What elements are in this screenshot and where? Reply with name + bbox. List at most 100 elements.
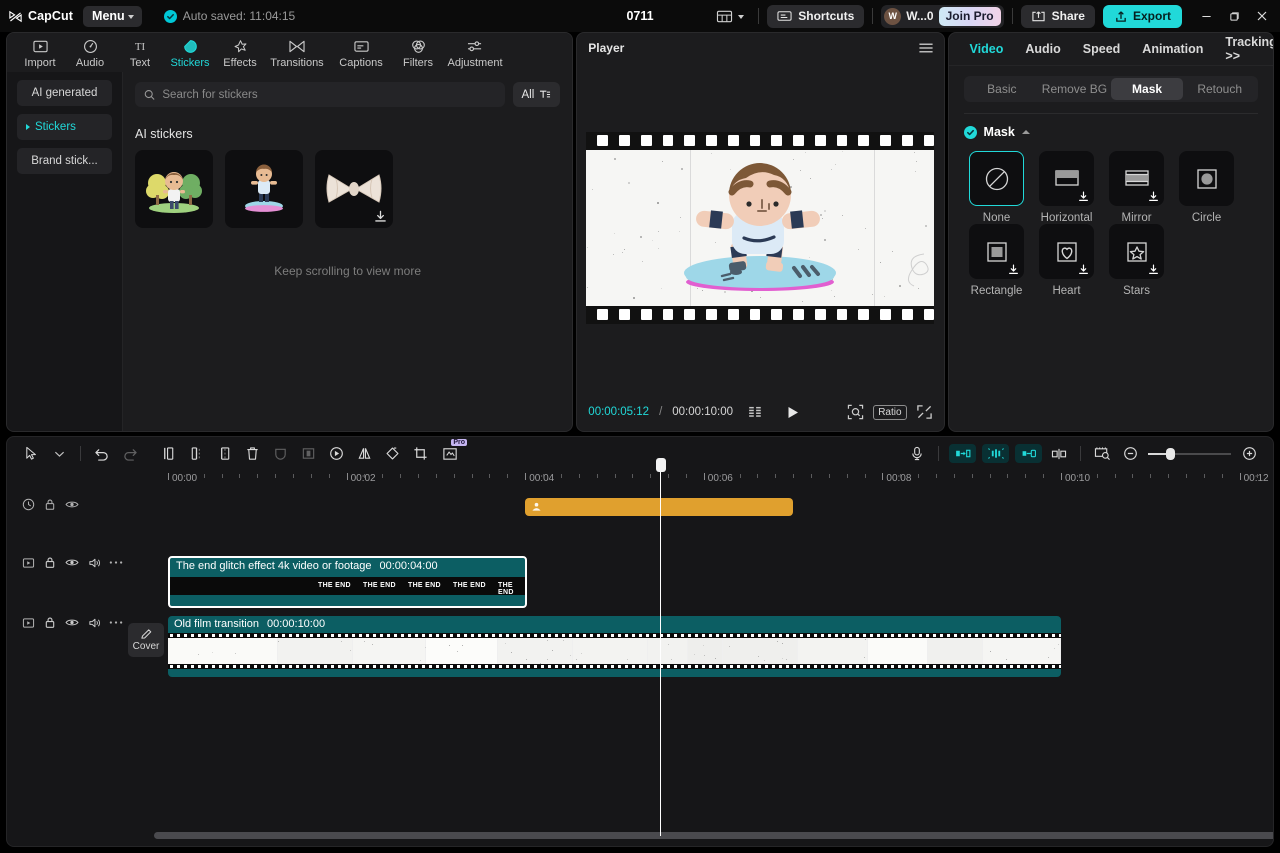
category-ai-generated[interactable]: AI generated xyxy=(17,80,112,106)
delete-button[interactable] xyxy=(238,441,266,467)
zoom-slider-handle[interactable] xyxy=(1166,448,1175,460)
tab-video[interactable]: Video xyxy=(959,33,1015,66)
tool-tab-effects[interactable]: Effects xyxy=(215,36,265,69)
download-icon[interactable] xyxy=(1078,264,1089,275)
extract-audio-button[interactable] xyxy=(949,444,976,463)
layout-switch-button[interactable] xyxy=(710,5,750,28)
ratio-button[interactable]: Ratio xyxy=(873,405,906,420)
account-chip[interactable]: W W...0 Join Pro xyxy=(881,5,1003,28)
mask-option-mirror[interactable]: Mirror xyxy=(1102,151,1172,224)
sticker-item-ribbon-bow[interactable] xyxy=(315,150,393,228)
segment-basic[interactable]: Basic xyxy=(966,78,1039,100)
mask-option-none[interactable]: None xyxy=(962,151,1032,224)
select-tool-button[interactable] xyxy=(17,441,45,467)
download-icon[interactable] xyxy=(1148,264,1159,275)
zoom-slider[interactable] xyxy=(1148,453,1231,455)
mirror-button[interactable] xyxy=(350,441,378,467)
trim-right-button[interactable] xyxy=(210,441,238,467)
search-input[interactable] xyxy=(162,89,495,101)
playhead-handle[interactable] xyxy=(656,458,666,472)
timeline-scrollbar-thumb[interactable] xyxy=(154,832,1274,839)
mask-option-horizontal[interactable]: Horizontal xyxy=(1032,151,1102,224)
more-icon[interactable] xyxy=(105,560,127,565)
playhead[interactable] xyxy=(660,470,661,836)
mask-option-rectangle[interactable]: Rectangle xyxy=(962,224,1032,297)
download-icon[interactable] xyxy=(1008,264,1019,275)
zoom-out-button[interactable] xyxy=(1116,441,1144,467)
auto-beat-button[interactable] xyxy=(982,444,1009,463)
close-button[interactable] xyxy=(1248,0,1276,32)
maximize-button[interactable] xyxy=(1220,0,1248,32)
video-icon[interactable] xyxy=(17,557,39,569)
mask-option-stars[interactable]: Stars xyxy=(1102,224,1172,297)
fit-to-window-button[interactable] xyxy=(1088,441,1116,467)
export-button[interactable]: Export xyxy=(1103,5,1182,28)
filter-button[interactable]: All xyxy=(513,82,561,107)
crop-button[interactable] xyxy=(406,441,434,467)
tool-tab-filters[interactable]: Filters xyxy=(393,36,443,69)
cover-button[interactable]: Cover xyxy=(128,623,164,657)
download-icon[interactable] xyxy=(1078,191,1089,202)
shortcuts-button[interactable]: Shortcuts xyxy=(767,5,864,28)
link-clip-button[interactable] xyxy=(1015,444,1042,463)
eye-icon[interactable] xyxy=(61,557,83,568)
share-button[interactable]: Share xyxy=(1021,5,1095,28)
snap-toggle-button[interactable] xyxy=(1045,441,1073,467)
timeline-clip-old-film[interactable]: Old film transition 00:00:10:00 xyxy=(168,616,1061,677)
join-pro-button[interactable]: Join Pro xyxy=(939,7,1001,26)
download-icon[interactable] xyxy=(374,210,387,223)
sticker-item-boy-jumping[interactable] xyxy=(225,150,303,228)
player-menu-icon[interactable] xyxy=(918,41,934,55)
mask-enabled-checkbox[interactable] xyxy=(964,126,977,139)
lock-icon[interactable] xyxy=(39,498,61,511)
tool-tab-audio[interactable]: Audio xyxy=(65,36,115,69)
search-box[interactable] xyxy=(135,82,505,107)
tab-speed[interactable]: Speed xyxy=(1072,33,1132,66)
split-button[interactable] xyxy=(154,441,182,467)
eye-icon[interactable] xyxy=(61,499,83,510)
auto-reframe-button[interactable]: Pro xyxy=(434,441,466,467)
timeline-ruler[interactable]: 00:0000:0200:0400:0600:0800:1000:12 xyxy=(127,470,1273,490)
tool-tab-adjustment[interactable]: Adjustment xyxy=(443,36,507,69)
zoom-fit-icon[interactable] xyxy=(847,404,864,420)
freeze-button[interactable] xyxy=(294,441,322,467)
minimize-button[interactable] xyxy=(1192,0,1220,32)
eye-icon[interactable] xyxy=(61,617,83,628)
menu-button[interactable]: Menu xyxy=(83,6,142,27)
mask-option-circle[interactable]: Circle xyxy=(1172,151,1242,224)
sticker-item-boy-in-park[interactable] xyxy=(135,150,213,228)
download-icon[interactable] xyxy=(1148,191,1159,202)
redo-button[interactable] xyxy=(116,441,144,467)
more-icon[interactable] xyxy=(105,620,127,625)
undo-button[interactable] xyxy=(88,441,116,467)
timeline-clip-sticker[interactable] xyxy=(525,498,793,516)
category-stickers[interactable]: Stickers xyxy=(17,114,112,140)
tool-tab-text[interactable]: TI Text xyxy=(115,36,165,69)
frame-step-icon[interactable] xyxy=(748,406,767,419)
segment-mask[interactable]: Mask xyxy=(1111,78,1184,100)
trim-left-button[interactable] xyxy=(182,441,210,467)
tool-tab-stickers[interactable]: Stickers xyxy=(165,36,215,69)
category-brand-stickers[interactable]: Brand stick... xyxy=(17,148,112,174)
player-stage[interactable] xyxy=(577,62,943,393)
mask-option-heart[interactable]: Heart xyxy=(1032,224,1102,297)
tool-tab-captions[interactable]: Captions xyxy=(329,36,393,69)
fullscreen-icon[interactable] xyxy=(916,404,933,420)
mask-shape-button[interactable] xyxy=(266,441,294,467)
clock-icon[interactable] xyxy=(17,498,39,511)
play-icon[interactable] xyxy=(785,405,801,420)
tab-audio[interactable]: Audio xyxy=(1014,33,1071,66)
zoom-in-button[interactable] xyxy=(1235,441,1263,467)
video-icon[interactable] xyxy=(17,617,39,629)
tab-tracking[interactable]: Tracking >> xyxy=(1214,33,1274,66)
volume-icon[interactable] xyxy=(83,557,105,569)
reverse-button[interactable] xyxy=(322,441,350,467)
tool-tab-import[interactable]: Import xyxy=(15,36,65,69)
timeline-scrollbar-track[interactable] xyxy=(154,832,1249,839)
rotate-button[interactable] xyxy=(378,441,406,467)
volume-icon[interactable] xyxy=(83,617,105,629)
chevron-up-icon[interactable] xyxy=(1022,130,1030,134)
segment-retouch[interactable]: Retouch xyxy=(1183,78,1256,100)
lock-icon[interactable] xyxy=(39,616,61,629)
record-voiceover-button[interactable] xyxy=(903,441,931,467)
